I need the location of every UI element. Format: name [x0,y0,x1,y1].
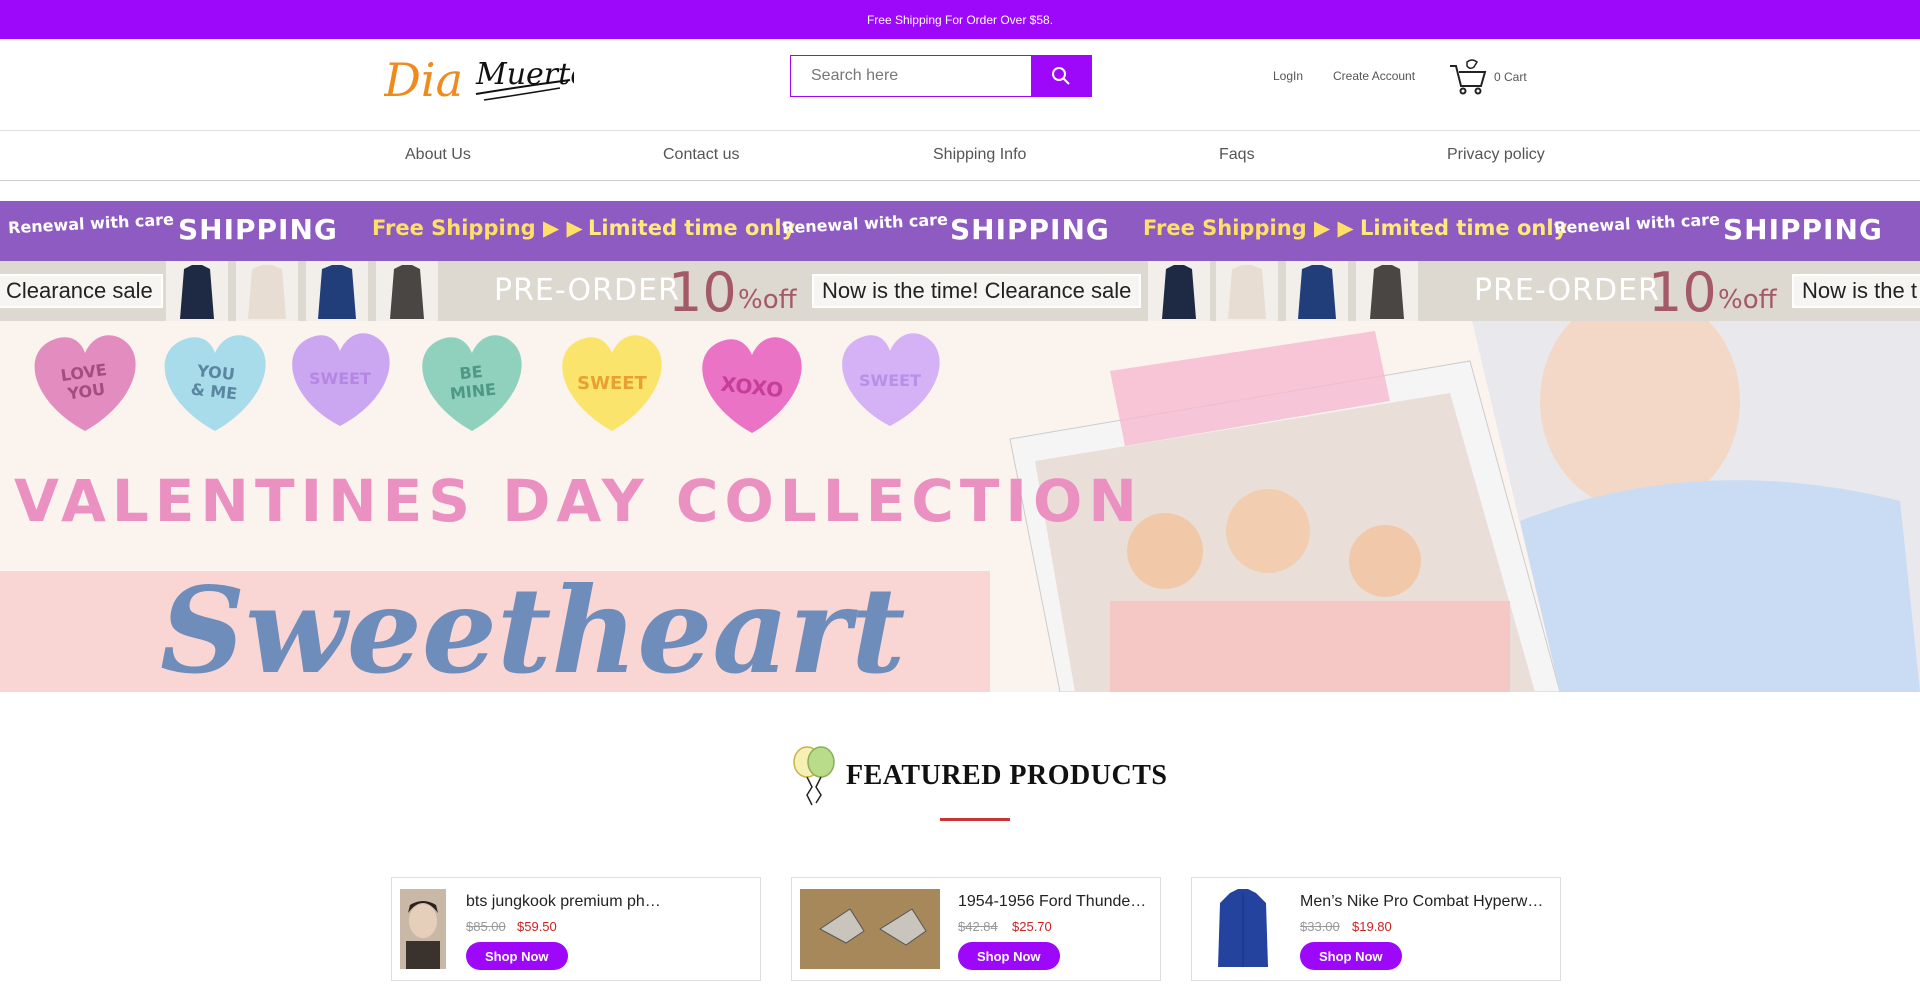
marquee-shipping-text: SHIPPING [950,213,1110,246]
product-image[interactable] [800,889,940,974]
site-header: Dia Muertos LogIn Create Account 0 Cart [0,39,1920,131]
jacket-thumbnail [236,261,298,321]
product-sale-price: $19.80 [1352,919,1392,934]
site-logo[interactable]: Dia Muertos [384,48,574,108]
product-title[interactable]: bts jungkook premium photo [466,893,666,911]
collection-title: VALENTINES DAY COLLECTION [14,467,1143,535]
cart-link[interactable]: 0 Cart [1448,58,1527,96]
marquee-discount-unit: %off [738,285,797,315]
heart-text: BE MINE [449,361,497,404]
product-sale-price: $59.50 [517,919,557,934]
shop-now-button[interactable]: Shop Now [1300,942,1402,970]
product-card[interactable]: bts jungkook premium photo $85.00 $59.50… [391,877,761,981]
featured-heading: FEATURED PRODUCTS [790,745,1167,807]
hero-banner[interactable]: VALENTINES DAY COLLECTION Sweetheart LOV… [0,321,1920,692]
shop-now-button[interactable]: Shop Now [466,942,568,970]
marquee-renewal-text: Renewal with care [781,209,949,238]
marquee-discount-unit: %off [1718,285,1777,315]
featured-products-title: FEATURED PRODUCTS [846,760,1168,791]
marquee-renewal-text: Renewal with care [7,209,175,238]
marquee-preorder-text: PRE-ORDER [1474,273,1660,308]
product-title[interactable]: 1954-1956 Ford Thunde… [958,893,1148,911]
marquee-limited-text: Limited time only [1360,216,1568,240]
promo-marquee-shipping: Renewal with care SHIPPING Free Shipping… [0,201,1920,261]
create-account-link[interactable]: Create Account [1333,69,1415,83]
login-link[interactable]: LogIn [1273,69,1303,83]
marquee-discount-number: 10 [1648,261,1717,321]
marquee-free-shipping-text: Free Shipping ▶ ▶ [372,216,583,240]
jacket-thumbnail [1286,261,1348,321]
heart-text: SWEET [577,373,647,394]
product-old-price: $42.84 [958,919,998,934]
nav-faqs[interactable]: Faqs [1219,146,1255,164]
search-button[interactable] [1031,56,1091,96]
cart-count: 0 Cart [1494,70,1527,84]
sweetheart-title: Sweetheart [160,561,906,692]
jacket-thumbnail [166,261,228,321]
cart-icon [1450,59,1487,95]
marquee-now-label-cut: Now is the t [1792,274,1920,308]
search-bar [790,55,1092,97]
shop-now-button[interactable]: Shop Now [958,942,1060,970]
announcement-bar: Free Shipping For Order Over $58. [0,0,1920,39]
product-title[interactable]: Men’s Nike Pro Combat Hyperw… [1300,893,1546,911]
nav-privacy-policy[interactable]: Privacy policy [1447,146,1545,164]
heart-text: SWEET [309,369,371,388]
marquee-discount-number: 10 [668,261,737,321]
product-sale-price: $25.70 [1012,919,1052,934]
search-input[interactable] [791,56,1031,96]
title-underline [940,818,1010,821]
marquee-limited-text: Limited time only [588,216,796,240]
product-old-price: $33.00 [1300,919,1340,934]
jacket-thumbnail [306,261,368,321]
product-old-price: $85.00 [466,919,506,934]
balloon-icon [793,746,835,806]
search-icon [1052,67,1070,85]
promo-marquee-preorder: Clearance sale PRE-ORDER 10 %off Now is … [0,261,1920,321]
jacket-thumbnail [1216,261,1278,321]
svg-text:Dia: Dia [384,53,463,107]
marquee-free-shipping-text: Free Shipping ▶ ▶ [1143,216,1354,240]
nav-about-us[interactable]: About Us [405,146,471,164]
product-card[interactable]: Men’s Nike Pro Combat Hyperw… $33.00 $19… [1191,877,1561,981]
heart-text: LOVE YOU [59,359,108,404]
marquee-clearance-label: Clearance sale [0,274,163,308]
announcement-text: Free Shipping For Order Over $58. [866,12,1054,27]
marquee-now-label: Now is the time! Clearance sale [812,274,1142,308]
marquee-shipping-text: SHIPPING [178,213,338,246]
nav-shipping-info[interactable]: Shipping Info [933,146,1026,164]
heart-text: SWEET [859,371,921,390]
main-nav: About Us Contact us Shipping Info Faqs P… [0,131,1920,181]
marquee-preorder-text: PRE-ORDER [494,273,680,308]
heart-text: YOU & ME [189,361,239,404]
product-image[interactable] [400,889,446,974]
nav-contact-us[interactable]: Contact us [663,146,739,164]
jacket-thumbnail [1356,261,1418,321]
product-image[interactable] [1210,889,1276,974]
jacket-thumbnail [376,261,438,321]
product-card[interactable]: 1954-1956 Ford Thunde… $42.84 $25.70 Sho… [791,877,1161,981]
marquee-shipping-text: SHIPPING [1723,213,1883,246]
jacket-thumbnail [1148,261,1210,321]
marquee-renewal-text: Renewal with care [1553,209,1721,238]
